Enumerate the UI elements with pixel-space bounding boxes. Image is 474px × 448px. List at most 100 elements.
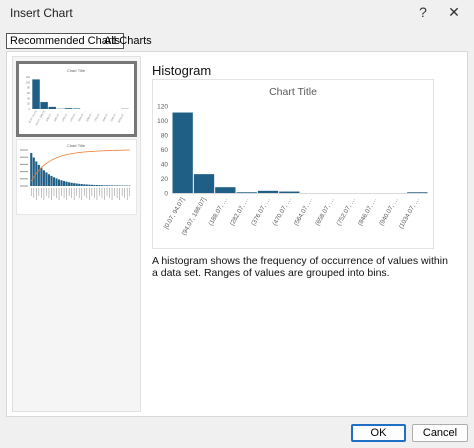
pareto-x-tick-mark (99, 188, 100, 196)
recommended-list: Chart Title 0 20 40 60 80 100 120 [0.07, 94.07]… (12, 56, 141, 412)
pareto-x-tick-mark (91, 188, 93, 196)
x-tick-label: (564.07, … (293, 197, 315, 227)
chart-title: Chart Title (269, 86, 317, 98)
pareto-x-tick-mark (48, 188, 50, 198)
pareto-x-tick-mark (33, 188, 35, 198)
pareto-bar (37, 164, 40, 186)
histogram-bar (279, 191, 300, 193)
thumbnail-title: Chart Title (67, 143, 86, 148)
thumb-y-tick: 20 (27, 102, 30, 106)
pareto-x-tick-mark (109, 188, 110, 198)
pareto-bar (50, 175, 53, 186)
pareto-x-tick-mark (53, 188, 55, 196)
pareto-y-tick-mark (20, 149, 28, 151)
thumb-bar (48, 106, 56, 109)
x-tick-label: (376.07, … (250, 197, 272, 227)
histogram-bar (236, 192, 257, 193)
pareto-x-tick-mark (121, 188, 123, 196)
pareto-bar (42, 170, 45, 186)
thumb-bar (72, 108, 81, 109)
pareto-bar (103, 185, 106, 186)
y-tick-label: 120 (157, 104, 168, 111)
cancel-button[interactable]: Cancel (412, 424, 468, 442)
pareto-x-tick-mark (51, 188, 52, 200)
thumbnail-pareto[interactable]: Chart Title (16, 139, 137, 215)
pareto-bar (95, 185, 98, 186)
pareto-x-tick-mark (76, 188, 78, 196)
chart-type-heading: Histogram (152, 63, 212, 78)
x-tick-label: (940.07, … (378, 197, 400, 227)
x-tick-label: (470.07, … (271, 197, 293, 227)
y-tick-label: 100 (157, 118, 168, 125)
y-tick-label: 60 (161, 147, 169, 154)
pareto-bar (113, 185, 116, 186)
thumbnail-histogram[interactable]: Chart Title 0 20 40 60 80 100 120 [0.07, 94.07]… (16, 61, 137, 137)
x-tick-label: (188.07, … (207, 197, 229, 227)
pareto-bar (78, 183, 81, 186)
pareto-bar (45, 172, 48, 186)
pareto-bar (93, 184, 96, 186)
thumbnail-title: Chart Title (67, 68, 86, 73)
pareto-bar (98, 185, 101, 186)
pareto-bar (60, 180, 63, 186)
pareto-bar (47, 174, 50, 186)
pareto-x-tick-mark (78, 188, 80, 198)
y-tick-label: 40 (161, 162, 169, 169)
pareto-x-tick-mark (43, 188, 45, 200)
pareto-x-tick-mark (129, 188, 131, 196)
pareto-x-tick-mark (124, 188, 125, 198)
pareto-bar (100, 185, 104, 186)
thumb-y-tick: 0 (29, 107, 31, 111)
ok-button[interactable]: OK (351, 424, 406, 442)
pareto-x-tick-mark (86, 188, 88, 198)
pareto-bar (83, 184, 86, 186)
pareto-bar (68, 182, 71, 186)
close-icon[interactable]: ✕ (443, 2, 465, 22)
histogram-bar (172, 112, 193, 193)
pareto-x-tick-mark (68, 188, 70, 196)
thumb-x-tick: (1034.07, … (117, 110, 127, 124)
y-tick-label: 0 (164, 191, 168, 198)
x-tick-label: [0.07, 94.07] (163, 196, 187, 230)
pareto-bar (111, 185, 114, 186)
pareto-bar (105, 185, 109, 186)
y-tick-label: 20 (161, 176, 169, 183)
pareto-x-tick-mark (58, 188, 60, 200)
x-tick-label: (282.07, … (229, 197, 251, 227)
pareto-bar (90, 184, 93, 186)
tab-all-charts[interactable]: All Charts (101, 33, 155, 49)
histogram-bar (257, 190, 279, 193)
histogram-bar (193, 174, 215, 193)
pareto-x-tick-mark (81, 188, 83, 200)
pareto-x-tick-mark (106, 188, 108, 196)
pareto-x-tick-mark (116, 188, 118, 198)
pareto-x-tick-mark (38, 188, 40, 196)
thumb-y-tick: 40 (27, 96, 30, 100)
pareto-x-tick-mark (41, 188, 42, 198)
pareto-bar (57, 179, 61, 186)
pareto-bar (40, 167, 43, 186)
pareto-x-tick-mark (83, 188, 85, 196)
pareto-x-tick-mark (61, 188, 62, 196)
pareto-y-tick-mark (20, 156, 28, 158)
pareto-bar (32, 157, 35, 186)
pareto-bar (108, 185, 111, 186)
histogram-chart: Chart Title 0 20 40 60 80 100 120 [0.07, 94.07]… (157, 86, 428, 237)
help-icon[interactable]: ? (412, 2, 434, 22)
pareto-x-tick-mark (114, 188, 115, 196)
pareto-bar (52, 177, 56, 186)
pareto-bar (73, 183, 76, 186)
pareto-y-tick-mark (20, 178, 28, 180)
x-tick-label: (658.07, … (314, 197, 336, 227)
pareto-x-tick-mark (101, 188, 103, 198)
histogram-bar (407, 192, 428, 193)
thumb-y-tick: 100 (26, 80, 31, 84)
thumb-bar (64, 108, 73, 109)
chart-preview: Chart Title 0 20 40 60 80 100 120 [0.07, 94.07]… (152, 79, 434, 249)
pareto-bar (55, 178, 58, 186)
pareto-x-tick-mark (66, 188, 67, 200)
thumb-y-tick: 60 (27, 91, 30, 95)
pareto-x-tick-mark (56, 188, 57, 198)
pareto-x-tick-mark (63, 188, 65, 198)
pareto-x-tick-mark (104, 188, 105, 200)
